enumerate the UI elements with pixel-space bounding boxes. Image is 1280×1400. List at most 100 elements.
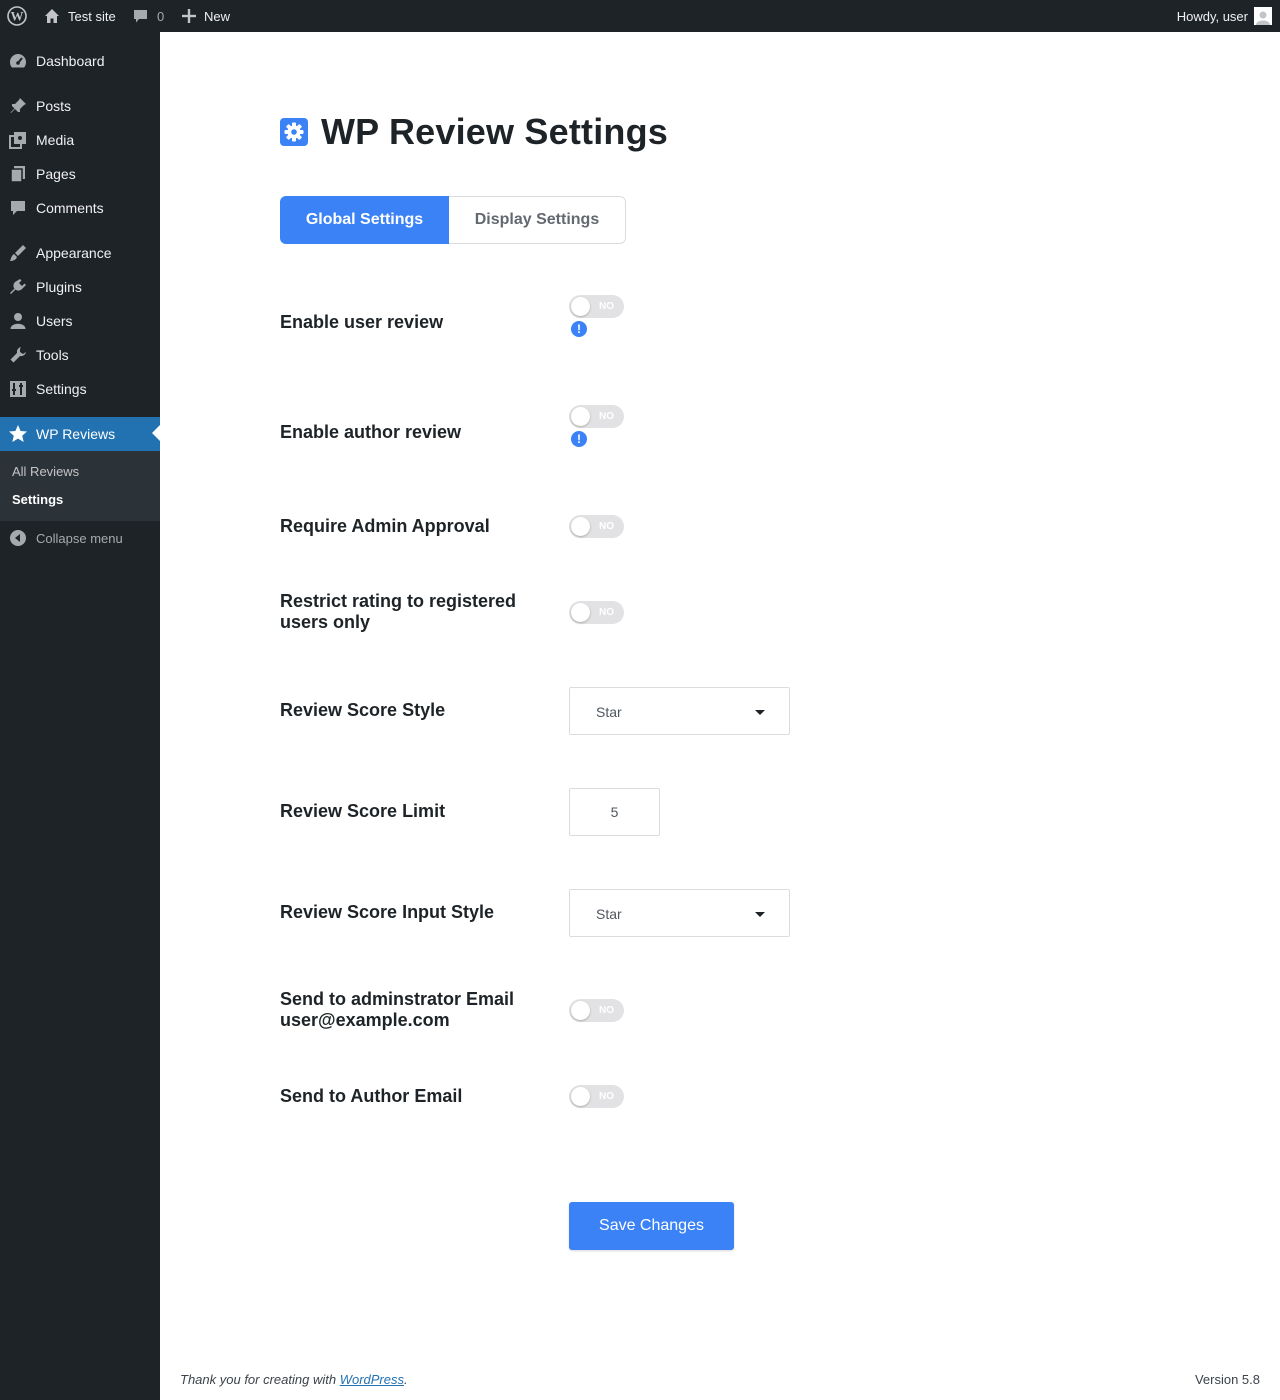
pin-icon — [8, 96, 28, 116]
info-icon[interactable]: ! — [571, 431, 587, 447]
send-author-email-toggle[interactable]: NO — [569, 1085, 624, 1108]
toggle-knob — [571, 517, 590, 536]
sidebar-item-tools[interactable]: Tools — [0, 338, 160, 372]
admin-bar: W Test site 0 New Howdy, user — [0, 0, 1280, 32]
review-score-input-style-select[interactable]: Star — [569, 889, 790, 937]
my-account-link[interactable]: Howdy, user — [1177, 0, 1272, 32]
select-value: Star — [596, 906, 622, 922]
gear-icon — [280, 118, 308, 146]
toggle-state-text: NO — [599, 1005, 614, 1016]
brush-icon — [8, 243, 28, 263]
media-icon — [8, 130, 28, 150]
settings-tabs: Global Settings Display Settings — [280, 196, 626, 244]
comment-icon — [8, 198, 28, 218]
plugin-icon — [8, 277, 28, 297]
star-icon — [8, 424, 28, 444]
review-score-limit-input[interactable]: 5 — [569, 788, 660, 836]
sidebar-item-label: Settings — [36, 381, 87, 397]
footer-version: Version 5.8 — [1194, 1372, 1260, 1387]
dashboard-icon — [8, 51, 28, 71]
send-admin-email-toggle[interactable]: NO — [569, 999, 624, 1022]
wordpress-logo-icon[interactable]: W — [7, 0, 27, 32]
page-title: WP Review Settings — [321, 111, 669, 152]
comments-link[interactable]: 0 — [133, 0, 164, 32]
sidebar-item-settings[interactable]: Settings — [0, 372, 160, 406]
toggle-state-text: NO — [599, 521, 614, 532]
review-score-input-style-label: Review Score Input Style — [280, 902, 495, 922]
user-icon — [8, 311, 28, 331]
comments-count: 0 — [157, 8, 165, 24]
sidebar-item-users[interactable]: Users — [0, 304, 160, 338]
admin-email-address: user@example.com — [280, 1010, 450, 1030]
page-header: WP Review Settings — [280, 111, 668, 153]
toggle-knob — [571, 297, 590, 316]
require-admin-approval-label: Require Admin Approval — [280, 516, 490, 536]
review-score-limit-label: Review Score Limit — [280, 801, 446, 821]
submenu-item-all-reviews[interactable]: All Reviews — [12, 464, 79, 479]
caret-down-icon — [755, 710, 765, 715]
send-author-email-label: Send to Author Email — [280, 1086, 463, 1106]
footer-thanks: Thank you for creating with WordPress. — [180, 1372, 408, 1387]
footer-thanks-prefix: Thank you for creating with — [180, 1372, 340, 1387]
tab-global-settings[interactable]: Global Settings — [280, 196, 449, 244]
sidebar-item-label: Dashboard — [36, 53, 105, 69]
restrict-rating-label: Restrict rating to registered users only — [280, 591, 517, 632]
new-content-link[interactable]: New — [182, 0, 230, 32]
sidebar-item-comments[interactable]: Comments — [0, 191, 160, 225]
toggle-knob — [571, 1087, 590, 1106]
select-value: Star — [596, 704, 622, 720]
save-changes-button[interactable]: Save Changes — [569, 1202, 734, 1250]
svg-text:W: W — [11, 9, 24, 24]
avatar — [1254, 7, 1272, 25]
main-content: WP Review Settings Global Settings Displ… — [160, 32, 1280, 1400]
plus-icon — [182, 9, 196, 23]
enable-user-review-label: Enable user review — [280, 312, 444, 332]
sidebar-item-media[interactable]: Media — [0, 123, 160, 157]
toggle-knob — [571, 1001, 590, 1020]
site-name-link[interactable]: Test site — [44, 0, 116, 32]
sidebar-item-appearance[interactable]: Appearance — [0, 236, 160, 270]
collapse-menu-button[interactable]: Collapse menu — [0, 526, 160, 550]
caret-down-icon — [755, 912, 765, 917]
collapse-menu-label: Collapse menu — [36, 530, 123, 546]
toggle-state-text: NO — [599, 301, 614, 312]
wordpress-link[interactable]: WordPress — [340, 1372, 404, 1387]
toggle-knob — [571, 407, 590, 426]
sidebar-item-label: Comments — [36, 200, 104, 216]
sidebar-item-label: Appearance — [36, 245, 112, 261]
admin-sidebar: Dashboard Posts Media Pages Comments App… — [0, 32, 160, 1400]
review-score-style-label: Review Score Style — [280, 700, 446, 720]
enable-user-review-toggle[interactable]: NO — [569, 295, 624, 318]
toggle-state-text: NO — [599, 607, 614, 618]
sidebar-item-label: Users — [36, 313, 73, 329]
review-score-style-select[interactable]: Star — [569, 687, 790, 735]
settings-icon — [8, 379, 28, 399]
send-admin-email-label: Send to adminstrator Email user@example.… — [280, 989, 540, 1031]
new-label: New — [204, 8, 231, 24]
enable-author-review-label: Enable author review — [280, 422, 462, 442]
footer-thanks-suffix: . — [404, 1372, 408, 1387]
sidebar-item-dashboard[interactable]: Dashboard — [0, 44, 160, 78]
wp-reviews-submenu: All Reviews Settings — [0, 451, 160, 521]
pages-icon — [8, 164, 28, 184]
sidebar-item-label: WP Reviews — [36, 426, 116, 442]
info-icon[interactable]: ! — [571, 321, 587, 337]
site-name: Test site — [68, 8, 116, 24]
submenu-item-settings[interactable]: Settings — [12, 492, 63, 507]
toggle-state-text: NO — [599, 1091, 614, 1102]
sidebar-item-plugins[interactable]: Plugins — [0, 270, 160, 304]
toggle-state-text: NO — [599, 411, 614, 422]
require-admin-approval-toggle[interactable]: NO — [569, 515, 624, 538]
comment-icon — [133, 9, 148, 24]
sidebar-item-label: Plugins — [36, 279, 82, 295]
restrict-rating-toggle[interactable]: NO — [569, 601, 624, 624]
sidebar-item-pages[interactable]: Pages — [0, 157, 160, 191]
howdy-text: Howdy, user — [1176, 8, 1248, 24]
toggle-knob — [571, 603, 590, 622]
tab-display-settings[interactable]: Display Settings — [449, 196, 626, 244]
sidebar-item-posts[interactable]: Posts — [0, 89, 160, 123]
sidebar-item-wp-reviews[interactable]: WP Reviews — [0, 417, 160, 451]
enable-author-review-toggle[interactable]: NO — [569, 405, 624, 428]
wrench-icon — [8, 345, 28, 365]
home-icon — [44, 8, 60, 24]
